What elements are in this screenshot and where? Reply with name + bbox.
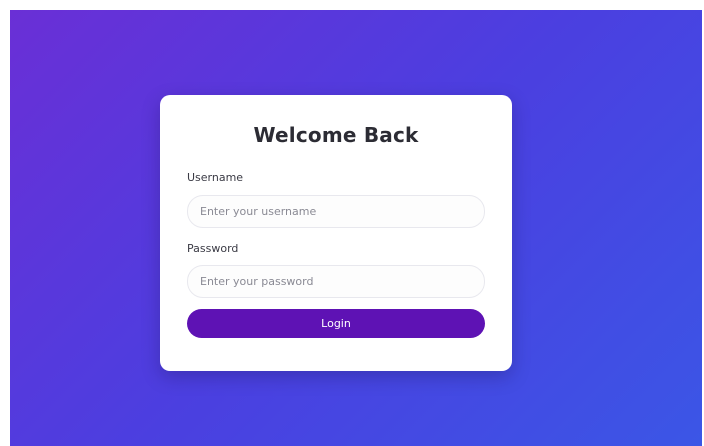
- username-label: Username: [187, 171, 244, 184]
- login-title: Welcome Back: [253, 123, 419, 147]
- password-label: Password: [187, 242, 239, 255]
- username-input[interactable]: [187, 195, 485, 228]
- login-button[interactable]: Login: [187, 309, 485, 338]
- page-background: Welcome Back Username Password Login: [10, 10, 702, 446]
- password-input[interactable]: [187, 265, 485, 298]
- login-card: Welcome Back Username Password Login: [160, 95, 512, 371]
